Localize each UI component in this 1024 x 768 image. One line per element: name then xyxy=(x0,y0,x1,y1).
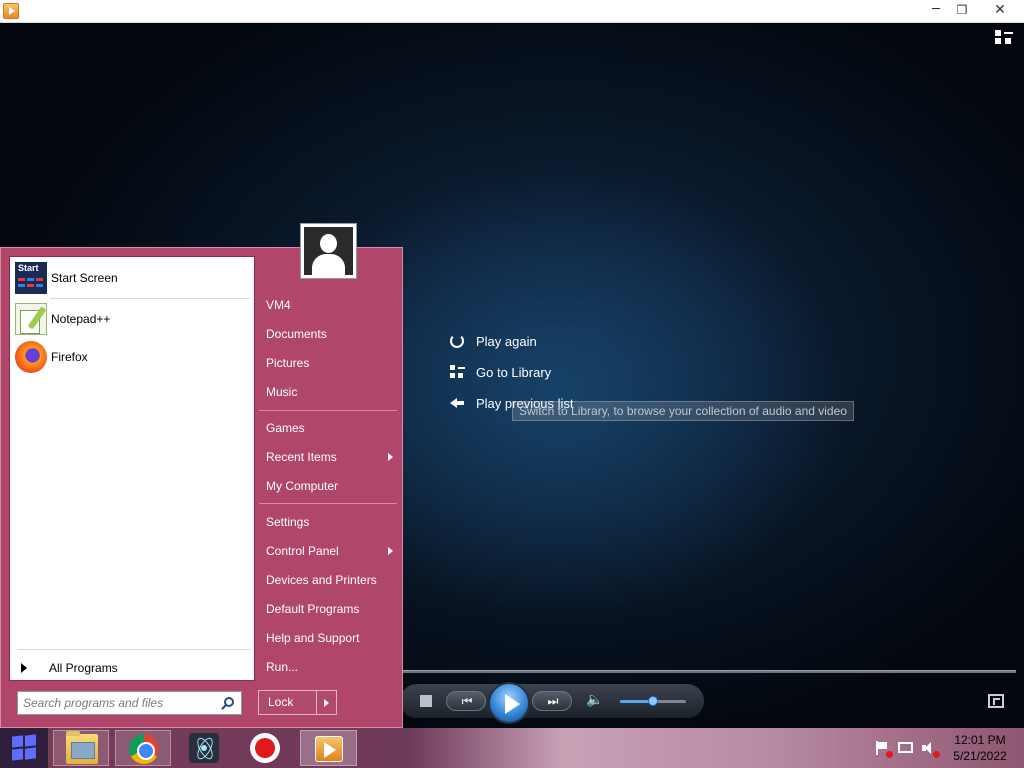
start-screen-icon: Start xyxy=(15,262,47,294)
pinned-firefox[interactable]: Firefox xyxy=(15,340,249,374)
volume-slider[interactable] xyxy=(620,696,686,706)
start-menu-programs-pane: Start Start Screen Notepad++ Firefox All… xyxy=(9,256,255,681)
user-avatar[interactable] xyxy=(300,223,357,279)
all-programs-label: All Programs xyxy=(49,661,118,675)
start-menu-divider xyxy=(259,410,397,411)
start-item-run[interactable]: Run... xyxy=(259,654,399,680)
start-item-control-panel[interactable]: Control Panel xyxy=(259,538,399,564)
taskbar-media-player[interactable] xyxy=(300,730,357,766)
volume-muted-icon[interactable] xyxy=(921,741,940,758)
search-icon[interactable] xyxy=(224,697,234,707)
volume-slider-thumb[interactable] xyxy=(648,696,658,706)
pinned-divider xyxy=(50,298,250,299)
switch-to-full-screen-icon[interactable] xyxy=(988,694,1004,708)
all-programs-divider xyxy=(18,649,251,650)
volume-icon[interactable]: 🔈 xyxy=(586,692,603,708)
expand-arrow-icon xyxy=(21,663,27,673)
taskbar-screen-recorder[interactable] xyxy=(238,730,292,766)
back-arrow-icon xyxy=(448,394,466,412)
stop-button[interactable] xyxy=(420,695,432,707)
switch-to-library-icon[interactable] xyxy=(995,30,1013,46)
start-item-vm4[interactable]: VM4 xyxy=(259,292,399,318)
clock[interactable]: 12:01 PM 5/21/2022 xyxy=(948,732,1012,764)
media-player-app-icon[interactable] xyxy=(3,3,19,19)
play-button[interactable] xyxy=(488,682,530,724)
start-item-settings[interactable]: Settings xyxy=(259,509,399,535)
go-to-library-option[interactable]: Go to Library xyxy=(448,362,551,382)
taskbar-chrome[interactable] xyxy=(115,730,171,766)
start-button[interactable] xyxy=(0,728,48,768)
pinned-start-screen[interactable]: Start Start Screen xyxy=(15,261,249,295)
tooltip: Switch to Library, to browse your collec… xyxy=(512,401,854,421)
chrome-icon xyxy=(129,734,159,764)
start-item-help-and-support[interactable]: Help and Support xyxy=(259,625,399,651)
submenu-arrow-icon xyxy=(388,453,393,461)
pinned-notepad-plus-plus[interactable]: Notepad++ xyxy=(15,302,249,336)
firefox-icon xyxy=(15,341,47,373)
library-icon xyxy=(448,363,466,381)
all-programs-button[interactable]: All Programs xyxy=(18,658,248,678)
folder-icon xyxy=(66,731,98,764)
taskbar-electron[interactable] xyxy=(177,730,231,766)
user-silhouette-icon xyxy=(304,227,353,275)
search-input[interactable] xyxy=(23,695,213,711)
start-item-games[interactable]: Games xyxy=(259,415,399,441)
media-player-icon xyxy=(315,736,343,762)
title-bar: ─ ❐ ✕ xyxy=(0,0,1024,23)
start-item-recent-items[interactable]: Recent Items xyxy=(259,444,399,470)
network-icon[interactable] xyxy=(898,742,913,753)
notepad-plus-plus-icon xyxy=(15,303,47,335)
clock-time: 12:01 PM xyxy=(954,733,1006,747)
action-center-flag-icon[interactable] xyxy=(874,741,893,758)
next-button[interactable]: ⏭ xyxy=(532,691,572,711)
search-box xyxy=(17,691,242,715)
play-again-icon xyxy=(448,332,466,350)
previous-button[interactable]: ⏮ xyxy=(446,691,486,711)
submenu-arrow-icon xyxy=(388,547,393,555)
notepad-plus-plus-label: Notepad++ xyxy=(51,312,111,326)
restore-button[interactable]: ❐ xyxy=(947,0,977,22)
seek-bar[interactable] xyxy=(400,670,1016,673)
play-again-option[interactable]: Play again xyxy=(448,331,537,351)
taskbar-file-explorer[interactable] xyxy=(53,730,109,766)
start-item-documents[interactable]: Documents xyxy=(259,321,399,347)
firefox-label: Firefox xyxy=(51,350,88,364)
electron-icon xyxy=(189,733,219,763)
start-screen-label: Start Screen xyxy=(51,271,118,285)
start-item-music[interactable]: Music xyxy=(259,379,399,405)
start-item-default-programs[interactable]: Default Programs xyxy=(259,596,399,622)
playback-controls: ⏮ ⏭ 🔈 xyxy=(400,682,704,724)
go-to-library-label: Go to Library xyxy=(476,364,552,380)
clock-date: 5/21/2022 xyxy=(953,749,1007,763)
lock-options-arrow-icon[interactable] xyxy=(316,691,336,714)
start-menu: Start Start Screen Notepad++ Firefox All… xyxy=(0,223,403,728)
start-item-pictures[interactable]: Pictures xyxy=(259,350,399,376)
taskbar: 12:01 PM 5/21/2022 xyxy=(0,728,1024,768)
record-icon xyxy=(250,733,280,763)
start-menu-divider xyxy=(259,503,397,504)
start-item-devices-and-printers[interactable]: Devices and Printers xyxy=(259,567,399,593)
play-again-label: Play again xyxy=(476,333,537,349)
close-button[interactable]: ✕ xyxy=(983,0,1017,22)
start-item-my-computer[interactable]: My Computer xyxy=(259,473,399,499)
